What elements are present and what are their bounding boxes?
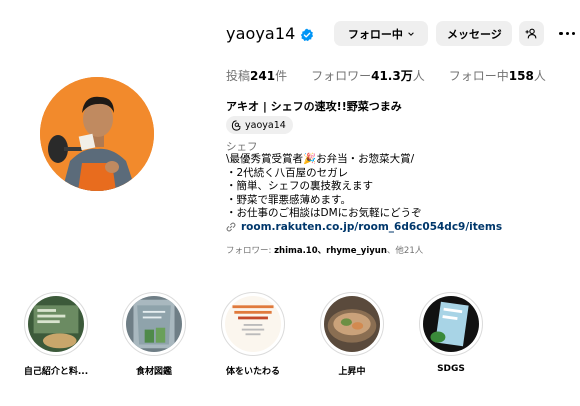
highlight-thumbnail [423, 296, 479, 352]
bio-line: ・野菜で罪悪感薄めます。 [226, 193, 351, 206]
profile-category: シェフ [226, 141, 258, 153]
highlight-item[interactable]: 自己紹介と料... [16, 292, 96, 377]
profile-photo [40, 77, 154, 191]
threads-badge[interactable]: yaoya14 [226, 116, 293, 134]
highlight-thumbnail [28, 296, 84, 352]
message-button[interactable]: メッセージ [436, 21, 513, 46]
followed-by[interactable]: フォロワー: zhima.10、rhyme_yiyun、他21人 [226, 244, 423, 256]
highlight-cover [221, 292, 285, 356]
add-person-icon [525, 28, 537, 39]
bio-link[interactable]: room.rakuten.co.jp/room_6d6c054dc9/items [226, 221, 502, 233]
message-button-label: メッセージ [447, 27, 502, 41]
highlight-label: 上昇中 [338, 367, 366, 377]
bio-line: ・簡単、シェフの裏技教えます [226, 180, 373, 192]
followers-count[interactable]: フォロワー41.3万人 [311, 67, 425, 84]
following-count[interactable]: フォロー中158人 [449, 67, 546, 84]
highlight-thumbnail [324, 296, 380, 352]
bio-line: \最優秀賞受賞者🎉お弁当・お惣菜大賞/ [226, 153, 415, 165]
highlight-cover [122, 292, 186, 356]
profile-stats: 投稿241件 フォロワー41.3万人 フォロー中158人 [226, 67, 546, 84]
threads-icon [231, 119, 241, 131]
highlight-thumbnail [126, 296, 182, 352]
bio-link-url: room.rakuten.co.jp/room_6d6c054dc9/items [241, 221, 503, 233]
profile-avatar[interactable] [40, 77, 154, 191]
posts-count: 投稿241件 [226, 69, 288, 83]
verified-badge-icon [300, 27, 314, 41]
chevron-down-icon [408, 31, 414, 36]
highlight-label: 自己紹介と料... [23, 367, 89, 377]
following-button-label: フォロー中 [347, 27, 403, 41]
bio-line: ・2代続く八百屋のセガレ [226, 166, 349, 179]
username: yaoya14 [226, 24, 296, 43]
highlight-item[interactable]: 食材図鑑 [114, 292, 194, 377]
highlight-cover [419, 292, 483, 356]
highlight-label: SDGS [437, 364, 465, 374]
bio-line: ・お仕事のご相談はDMにお気軽にどうぞ [226, 207, 422, 219]
suggested-users-button[interactable] [519, 21, 545, 46]
threads-handle: yaoya14 [245, 119, 286, 131]
link-icon [226, 222, 236, 232]
bio-text: \最優秀賞受賞者🎉お弁当・お惣菜大賞/ ・2代続く八百屋のセガレ ・簡単、シェフ… [226, 153, 422, 221]
more-options-icon[interactable] [559, 26, 576, 42]
highlight-item[interactable]: 体をいたわる [213, 292, 293, 377]
highlight-label: 食材図鑑 [135, 367, 172, 377]
highlight-item[interactable]: SDGS [411, 292, 491, 374]
display-name: アキオ | シェフの速攻!!野菜つまみ [226, 100, 402, 113]
profile-header: yaoya14 フォロー中 メッセージ [226, 21, 576, 46]
highlight-cover [24, 292, 88, 356]
highlight-item[interactable]: 上昇中 [312, 292, 392, 377]
highlight-cover [320, 292, 384, 356]
highlight-thumbnail [225, 296, 281, 352]
following-button[interactable]: フォロー中 [334, 21, 429, 46]
highlight-label: 体をいたわる [225, 367, 280, 377]
